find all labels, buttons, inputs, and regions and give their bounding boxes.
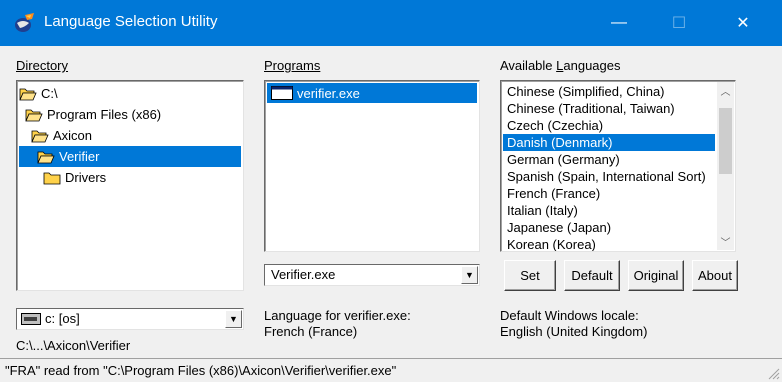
about-button[interactable]: About [692, 260, 738, 291]
program-filter-value: Verifier.exe [271, 267, 336, 282]
languages-label-prefix: Available [500, 58, 557, 73]
language-item[interactable]: German (Germany) [503, 151, 715, 168]
minimize-icon: — [611, 14, 627, 31]
programs-list[interactable]: verifier.exe [264, 80, 480, 252]
folder-open-icon [25, 109, 43, 121]
tree-item-program-files[interactable]: Program Files (x86) [25, 104, 161, 125]
language-item[interactable]: Japanese (Japan) [503, 219, 715, 236]
dialog-client: Directory C:\ Program Files (x86) Axicon… [0, 46, 782, 382]
drive-icon [21, 313, 41, 325]
languages-list[interactable]: Chinese (Simplified, China) Chinese (Tra… [500, 80, 736, 252]
program-item-label: verifier.exe [297, 85, 360, 101]
drive-dropdown-button[interactable]: ▼ [225, 310, 242, 328]
folder-open-icon [37, 151, 55, 163]
status-text: "FRA" read from "C:\Program Files (x86)\… [5, 363, 397, 378]
close-icon: ✕ [736, 15, 750, 32]
status-bar: "FRA" read from "C:\Program Files (x86)\… [0, 358, 782, 382]
language-item-selected[interactable]: Danish (Denmark) [503, 134, 715, 151]
set-button[interactable]: Set [504, 260, 556, 291]
programs-label: Programs [264, 58, 321, 73]
scroll-down-button[interactable]: ﹀ [717, 233, 734, 250]
program-language-caption: Language for verifier.exe: [264, 308, 411, 323]
current-path: C:\...\Axicon\Verifier [16, 338, 131, 353]
language-item[interactable]: Italian (Italy) [503, 202, 715, 219]
tree-item-label: Drivers [65, 170, 107, 185]
program-filter-dropdown-button[interactable]: ▼ [461, 266, 478, 284]
languages-scrollbar[interactable]: ︿ ﹀ [717, 82, 734, 250]
chevron-down-icon: ﹀ [720, 238, 731, 249]
minimize-button[interactable]: — [596, 0, 642, 46]
tree-item-drivers[interactable]: Drivers [43, 167, 106, 188]
language-item[interactable]: French (France) [503, 185, 715, 202]
original-button[interactable]: Original [628, 260, 684, 291]
locale-value: English (United Kingdom) [500, 324, 648, 339]
program-filter-select[interactable]: Verifier.exe ▼ [264, 264, 480, 286]
languages-label: Available Languages [500, 58, 621, 73]
tree-item-label: Verifier [59, 149, 100, 164]
app-globe-icon [15, 13, 34, 32]
drive-select[interactable]: c: [os] ▼ [16, 308, 244, 330]
default-button[interactable]: Default [564, 260, 620, 291]
resize-grip-icon[interactable] [766, 366, 780, 380]
folder-open-icon [19, 88, 37, 100]
language-item[interactable]: Chinese (Traditional, Taiwan) [503, 100, 715, 117]
folder-closed-icon [43, 172, 61, 184]
scroll-up-button[interactable]: ︿ [717, 82, 734, 99]
language-item[interactable]: Spanish (Spain, International Sort) [503, 168, 715, 185]
language-item[interactable]: Korean (Korea) [503, 236, 715, 251]
tree-item-label: C:\ [41, 86, 58, 101]
drive-value: c: [os] [45, 311, 80, 326]
program-language-value: French (France) [264, 324, 358, 339]
locale-caption: Default Windows locale: [500, 308, 639, 323]
close-button[interactable]: ✕ [720, 0, 766, 46]
languages-label-suffix: anguages [563, 58, 621, 73]
maximize-button[interactable]: ☐ [656, 0, 702, 46]
chevron-down-icon: ▼ [229, 314, 238, 324]
directory-label: Directory [16, 58, 69, 73]
exe-window-icon [271, 86, 293, 100]
tree-item-c-drive[interactable]: C:\ [19, 83, 58, 104]
tree-item-label: Program Files (x86) [47, 107, 162, 122]
window-title: Language Selection Utility [44, 13, 218, 30]
language-item[interactable]: Czech (Czechia) [503, 117, 715, 134]
maximize-icon: ☐ [671, 15, 687, 32]
folder-open-icon [31, 130, 49, 142]
scroll-thumb[interactable] [719, 108, 732, 174]
directory-tree[interactable]: C:\ Program Files (x86) Axicon Verifier … [16, 80, 244, 291]
tree-item-axicon[interactable]: Axicon [31, 125, 92, 146]
language-item[interactable]: Chinese (Simplified, China) [503, 83, 715, 100]
title-bar[interactable]: Language Selection Utility — ☐ ✕ [0, 0, 782, 46]
tree-item-verifier[interactable]: Verifier [19, 146, 241, 167]
chevron-up-icon: ︿ [720, 87, 731, 98]
tree-item-label: Axicon [53, 128, 93, 143]
program-item-verifier[interactable]: verifier.exe [267, 83, 477, 103]
chevron-down-icon: ▼ [465, 270, 474, 280]
